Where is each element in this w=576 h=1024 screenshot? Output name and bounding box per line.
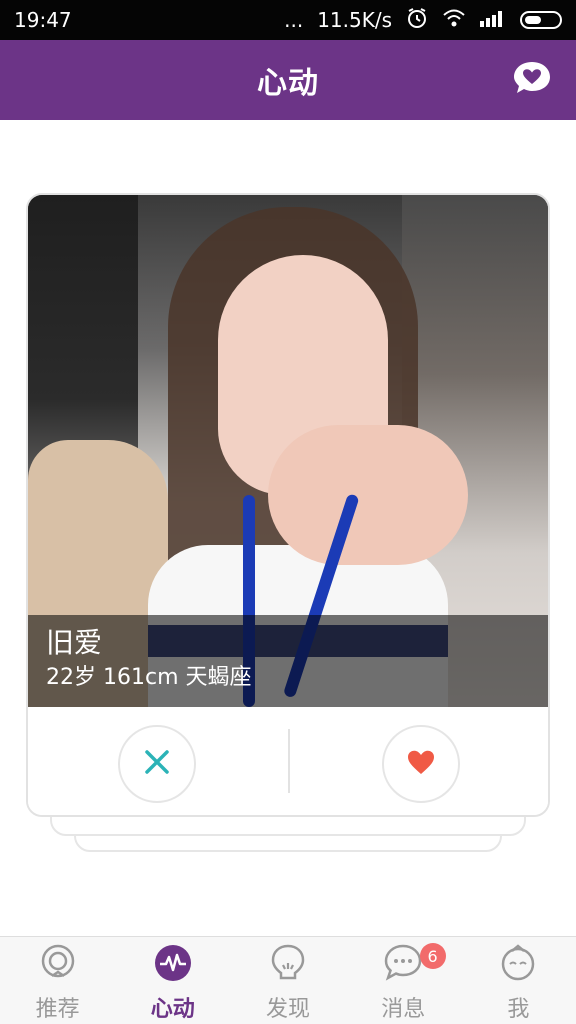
tab-messages-label: 消息 [381, 997, 426, 1022]
photo-hand [268, 425, 468, 565]
battery-icon [520, 11, 562, 29]
recommend-icon [38, 943, 78, 987]
discover-icon [268, 943, 308, 987]
profile-info-overlay: 旧爱 22岁 161cm 天蝎座 [28, 615, 548, 707]
network-speed: 11.5K/s [317, 8, 392, 32]
heart-icon [407, 749, 435, 779]
tab-me[interactable]: 我 [461, 937, 576, 1024]
app-bar: 心动 [0, 40, 576, 120]
profile-photo[interactable]: 旧爱 22岁 161cm 天蝎座 [28, 195, 548, 707]
card-actions [28, 707, 548, 815]
heart-chat-icon[interactable] [512, 60, 552, 96]
close-icon [144, 749, 170, 779]
like-button[interactable] [382, 725, 460, 803]
dislike-button[interactable] [118, 725, 196, 803]
alarm-icon [406, 7, 428, 34]
unread-badge: 6 [419, 943, 446, 969]
tab-recommend[interactable]: 推荐 [0, 937, 115, 1024]
tab-me-label: 我 [507, 997, 530, 1022]
tab-heartbeat[interactable]: 心动 [115, 937, 230, 1024]
status-right: ... 11.5K/s [284, 7, 562, 34]
tab-discover[interactable]: 发现 [230, 937, 345, 1024]
actions-divider [288, 729, 290, 793]
tab-recommend-label: 推荐 [35, 997, 80, 1022]
status-dots: ... [284, 8, 304, 32]
tab-messages[interactable]: 6 消息 [346, 937, 461, 1024]
message-icon [383, 943, 423, 987]
profile-icon [498, 943, 538, 987]
page-title: 心动 [257, 66, 319, 101]
status-time: 19:47 [14, 8, 72, 32]
content-area: 旧爱 22岁 161cm 天蝎座 [0, 120, 576, 936]
profile-card[interactable]: 旧爱 22岁 161cm 天蝎座 [26, 193, 550, 817]
bottom-tab-bar: 推荐 心动 发现 6 消息 我 [0, 936, 576, 1024]
wifi-icon [442, 8, 466, 33]
tab-heartbeat-label: 心动 [150, 997, 195, 1022]
profile-details: 22岁 161cm 天蝎座 [46, 665, 252, 690]
heartbeat-icon [153, 943, 193, 987]
profile-name: 旧爱 [46, 626, 103, 659]
signal-icon [480, 8, 506, 32]
status-bar: 19:47 ... 11.5K/s [0, 0, 576, 40]
tab-discover-label: 发现 [266, 997, 311, 1022]
